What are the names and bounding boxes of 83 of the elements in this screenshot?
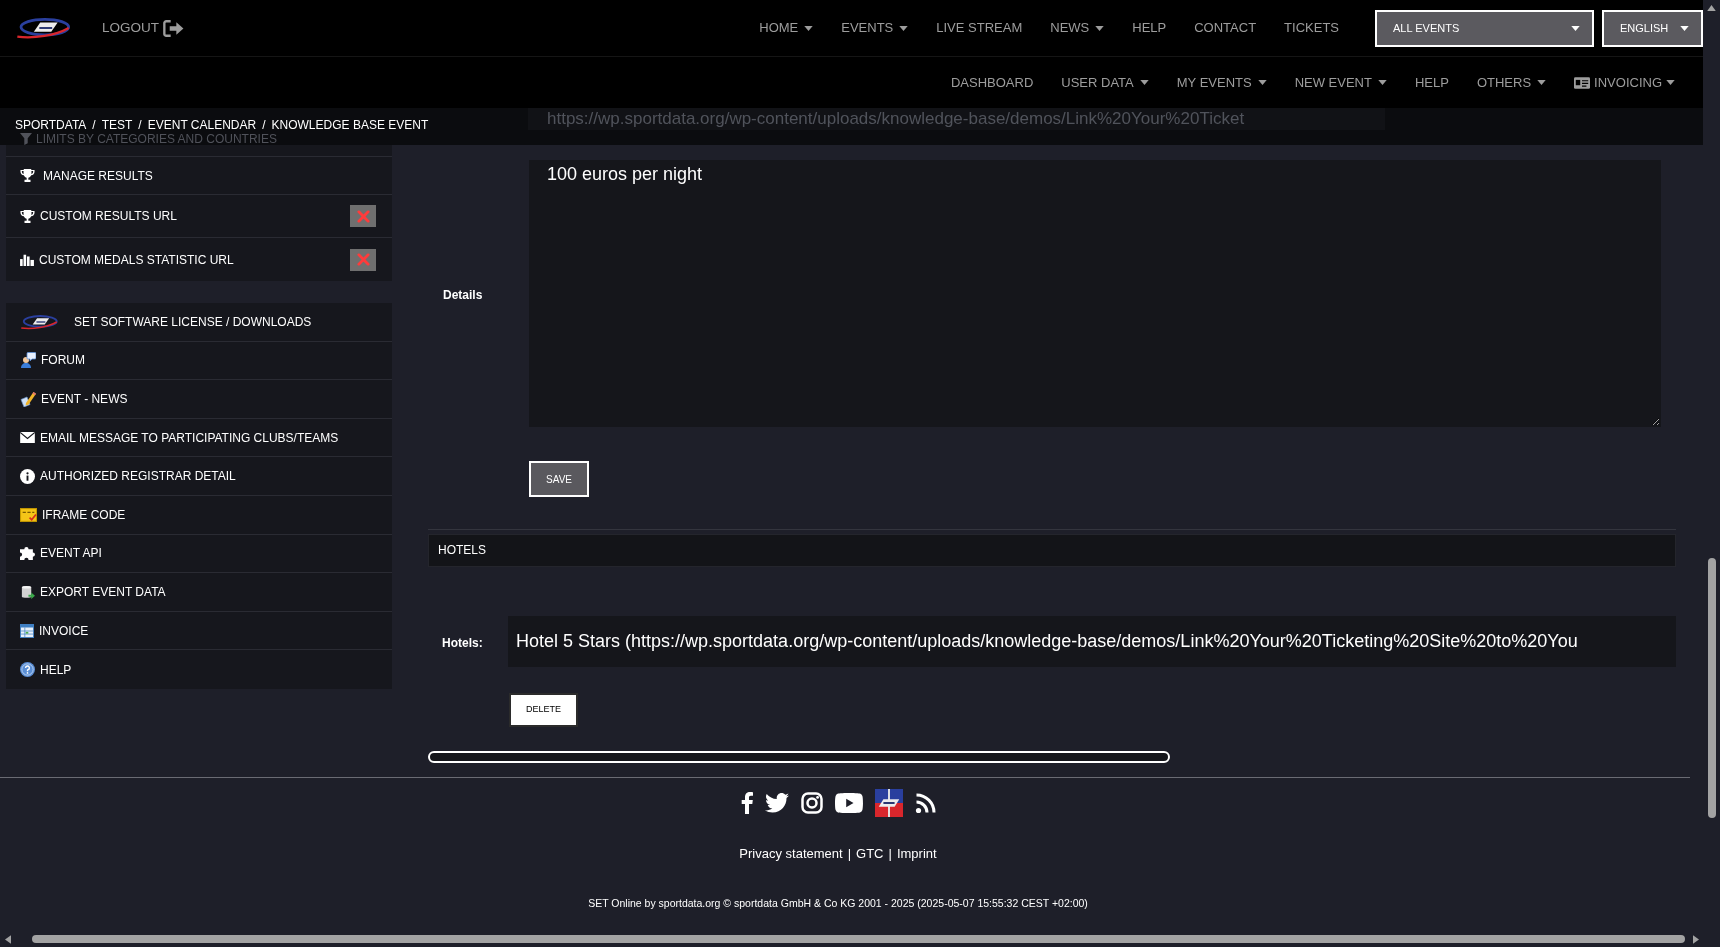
sidebar-link[interactable]: SET SOFTWARE LICENSE / DOWNLOADS <box>20 312 312 331</box>
caret-icon <box>1571 25 1580 31</box>
bar-chart-icon <box>20 253 34 266</box>
remove-button[interactable] <box>350 248 376 271</box>
sidebar-link[interactable]: EXPORT EVENT DATA <box>20 582 166 601</box>
scrollbar-track[interactable] <box>428 751 1170 763</box>
envelope-icon <box>20 432 35 444</box>
hotel-field[interactable]: Hotel 5 Stars (https://wp.sportdata.org/wp-content/uploads/knowledge-base/demos/Link%20Your%20Ticketing%20Site%20to%20You <box>508 616 1676 667</box>
sidebar-link[interactable]: AUTHORIZED REGISTRAR DETAIL <box>20 467 236 486</box>
footer-link[interactable]: Imprint <box>896 846 937 862</box>
field-label: Hotels: <box>442 635 483 650</box>
logo-icon[interactable] <box>874 789 903 817</box>
details-textarea[interactable]: 100 euros per night <box>529 160 1661 427</box>
link-separator: | <box>888 846 892 862</box>
link-separator: | <box>847 846 852 862</box>
breadcrumb-link[interactable]: EVENT CALENDAR <box>147 118 257 133</box>
delete-button[interactable]: DELETE <box>509 693 578 727</box>
sidebar-link[interactable]: EMAIL MESSAGE TO PARTICIPATING CLUBS/TEAMS <box>20 428 339 447</box>
breadcrumb-link[interactable]: TEST <box>101 118 133 133</box>
nav-link[interactable]: CONTACT <box>1180 19 1271 37</box>
sidebar-link[interactable]: EVENT API <box>20 544 102 563</box>
nav-link[interactable]: HOME <box>745 19 828 37</box>
nav-link[interactable]: LIVE STREAM <box>922 19 1037 37</box>
youtube-icon[interactable] <box>834 793 863 813</box>
info-icon <box>20 468 35 484</box>
cross-icon <box>356 253 370 266</box>
sidebar-link[interactable]: CUSTOM RESULTS URL <box>20 207 177 225</box>
logo-icon <box>20 313 58 330</box>
trophy-icon <box>20 208 35 224</box>
help-icon <box>20 662 35 678</box>
database-export-icon <box>20 583 35 600</box>
sidebar-link[interactable]: HELP <box>20 660 72 679</box>
nav-link[interactable]: HELP <box>1118 19 1181 37</box>
language-select[interactable]: ENGLISH <box>1602 9 1703 47</box>
nav-link[interactable]: MY EVENTS <box>1162 73 1281 92</box>
file-check-icon <box>20 507 37 522</box>
logout-link[interactable]: LOGOUT <box>102 19 184 37</box>
section-header: HOTELS <box>428 534 1676 567</box>
nav-link[interactable]: INVOICING <box>1560 73 1689 92</box>
sidebar-link-text: LIMITS BY CATEGORIES AND COUNTRIES <box>36 133 277 145</box>
sidebar-link[interactable]: EVENT - NEWS <box>20 390 128 408</box>
nav-link[interactable]: NEW EVENT <box>1280 73 1401 92</box>
nav-link[interactable]: OTHERS <box>1462 73 1561 92</box>
scroll-left-icon[interactable] <box>5 934 11 944</box>
nav-link[interactable]: TICKETS <box>1270 19 1353 37</box>
field-label: Details <box>443 287 483 302</box>
logo-icon[interactable] <box>15 17 71 39</box>
nav-link[interactable]: DASHBOARD <box>936 73 1048 92</box>
breadcrumb-separator: / <box>138 118 142 133</box>
breadcrumb-separator: / <box>92 118 96 133</box>
footer-link[interactable]: Privacy statement <box>739 846 843 862</box>
logout-icon <box>163 19 184 37</box>
scroll-right-icon[interactable] <box>1693 934 1699 944</box>
footer-link[interactable]: GTC <box>856 846 884 862</box>
copyright-text: SET Online by sportdata.org © sportdata GmbH & Co KG 2001 - 2025 (2025-05-07 15:55:32 CEST +02:00) <box>588 896 1088 910</box>
facebook-icon[interactable] <box>740 792 753 814</box>
twitter-icon[interactable] <box>764 793 789 813</box>
scroll-up-icon[interactable] <box>1707 5 1716 11</box>
cross-icon <box>356 209 370 223</box>
instagram-icon[interactable] <box>800 792 823 814</box>
forum-icon <box>20 352 36 369</box>
nav-link[interactable]: USER DATA <box>1047 73 1163 92</box>
breadcrumb-current: KNOWLEDGE BASE EVENT <box>271 118 429 133</box>
puzzle-icon <box>20 546 35 560</box>
sidebar-link[interactable]: CUSTOM MEDALS STATISTIC URL <box>20 250 234 269</box>
scrollbar-thumb[interactable] <box>1707 558 1716 818</box>
sidebar-link[interactable]: MANAGE RESULTS <box>20 166 153 185</box>
table-icon <box>20 623 34 638</box>
nav-link[interactable]: EVENTS <box>827 19 923 37</box>
save-button[interactable]: SAVE <box>529 461 589 497</box>
nav-link[interactable]: NEWS <box>1036 19 1119 37</box>
breadcrumb-link[interactable]: SPORTDATA <box>15 118 87 133</box>
trophy-icon <box>20 168 35 183</box>
sidebar-link[interactable]: IFRAME CODE <box>20 505 126 524</box>
caret-icon <box>1680 25 1689 31</box>
nav-link[interactable]: HELP <box>1400 73 1463 92</box>
pencil-icon <box>20 391 36 407</box>
sidebar-link[interactable]: FORUM <box>20 351 85 370</box>
scrollbar-thumb[interactable] <box>32 935 1685 943</box>
rss-icon[interactable] <box>914 792 936 814</box>
event-select[interactable]: ALL EVENTS <box>1375 9 1594 47</box>
sidebar-link[interactable]: INVOICE <box>20 621 89 640</box>
breadcrumb-separator: / <box>262 118 266 133</box>
